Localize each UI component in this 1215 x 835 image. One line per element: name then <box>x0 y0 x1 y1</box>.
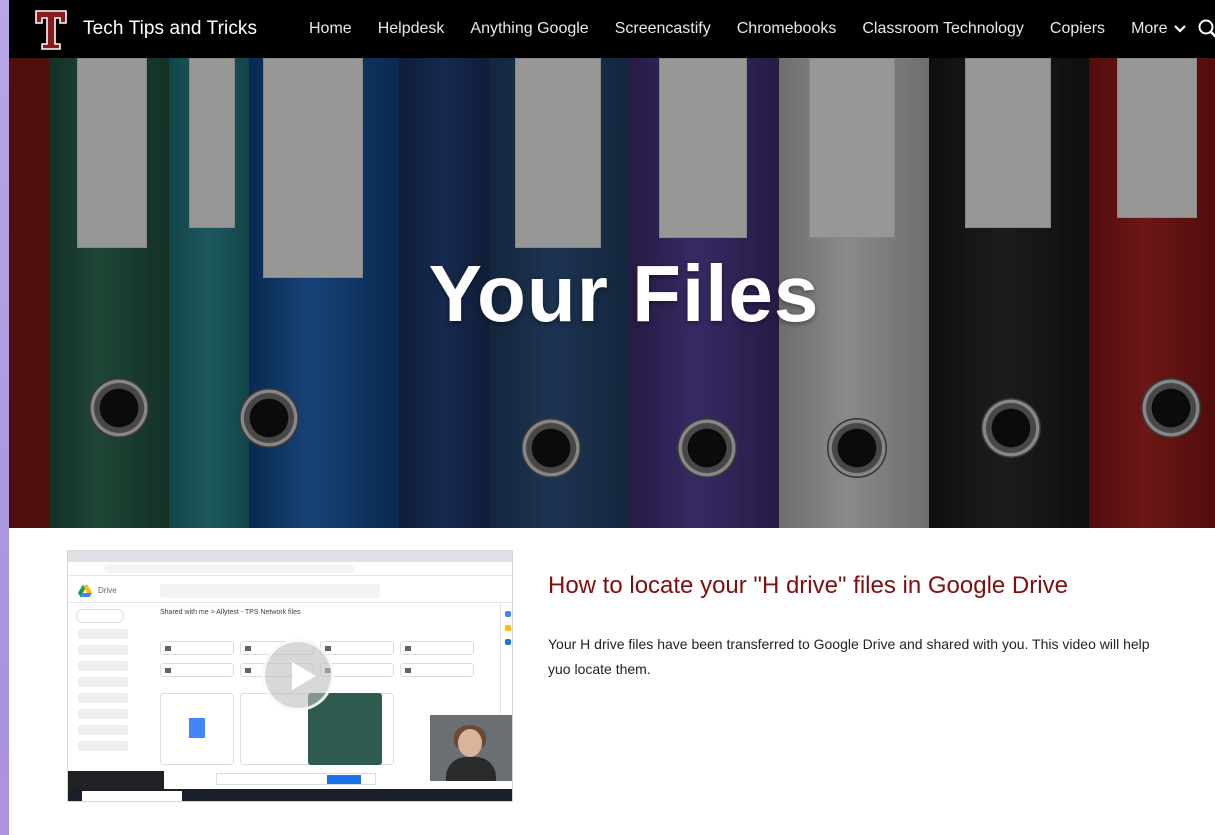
nav-helpdesk[interactable]: Helpdesk <box>378 20 445 38</box>
play-icon[interactable] <box>262 639 334 711</box>
nav-links: Home Helpdesk Anything Google Screencast… <box>309 0 1212 58</box>
video-drive-breadcrumb: Shared with me > Allytest - TPS Network … <box>160 609 301 616</box>
site-title[interactable]: Tech Tips and Tricks <box>83 18 257 40</box>
video-drive-header: Drive <box>68 579 512 603</box>
video-drive-sidebar <box>68 603 156 773</box>
video-drive-label: Drive <box>98 586 117 595</box>
nav-anything-google[interactable]: Anything Google <box>470 20 588 38</box>
video-sharing-bar <box>216 773 376 785</box>
site-logo[interactable] <box>35 10 67 50</box>
video-taskbar <box>68 789 512 801</box>
nav-more-label: More <box>1131 20 1168 37</box>
video-browser-tabbar <box>68 551 512 562</box>
nav-copiers[interactable]: Copiers <box>1050 20 1105 38</box>
top-navigation-bar: Tech Tips and Tricks Home Helpdesk Anyth… <box>9 0 1215 58</box>
article-body: Your H drive files have been transferred… <box>548 636 1150 677</box>
video-drive-search <box>160 584 380 598</box>
video-recorder-toolbar <box>68 771 164 789</box>
chevron-down-icon <box>1173 25 1186 33</box>
search-icon[interactable] <box>1197 18 1215 40</box>
google-drive-icon <box>78 585 92 597</box>
nav-classroom-technology[interactable]: Classroom Technology <box>862 20 1024 38</box>
nav-chromebooks[interactable]: Chromebooks <box>737 20 837 38</box>
video-webcam-overlay <box>430 715 512 781</box>
nav-more-button[interactable]: More <box>1131 20 1186 38</box>
video-embed[interactable]: Drive Shared with me > Allytest - TPS Ne… <box>67 550 513 802</box>
hero-banner: Your Files <box>9 58 1215 528</box>
hero-title: Your Files <box>428 249 820 338</box>
nav-home[interactable]: Home <box>309 20 352 38</box>
page-frame: Tech Tips and Tricks Home Helpdesk Anyth… <box>9 0 1215 835</box>
video-browser-addressbar <box>68 562 512 576</box>
nav-screencastify[interactable]: Screencastify <box>615 20 711 38</box>
article-title: How to locate your "H drive" files in Go… <box>548 572 1068 599</box>
